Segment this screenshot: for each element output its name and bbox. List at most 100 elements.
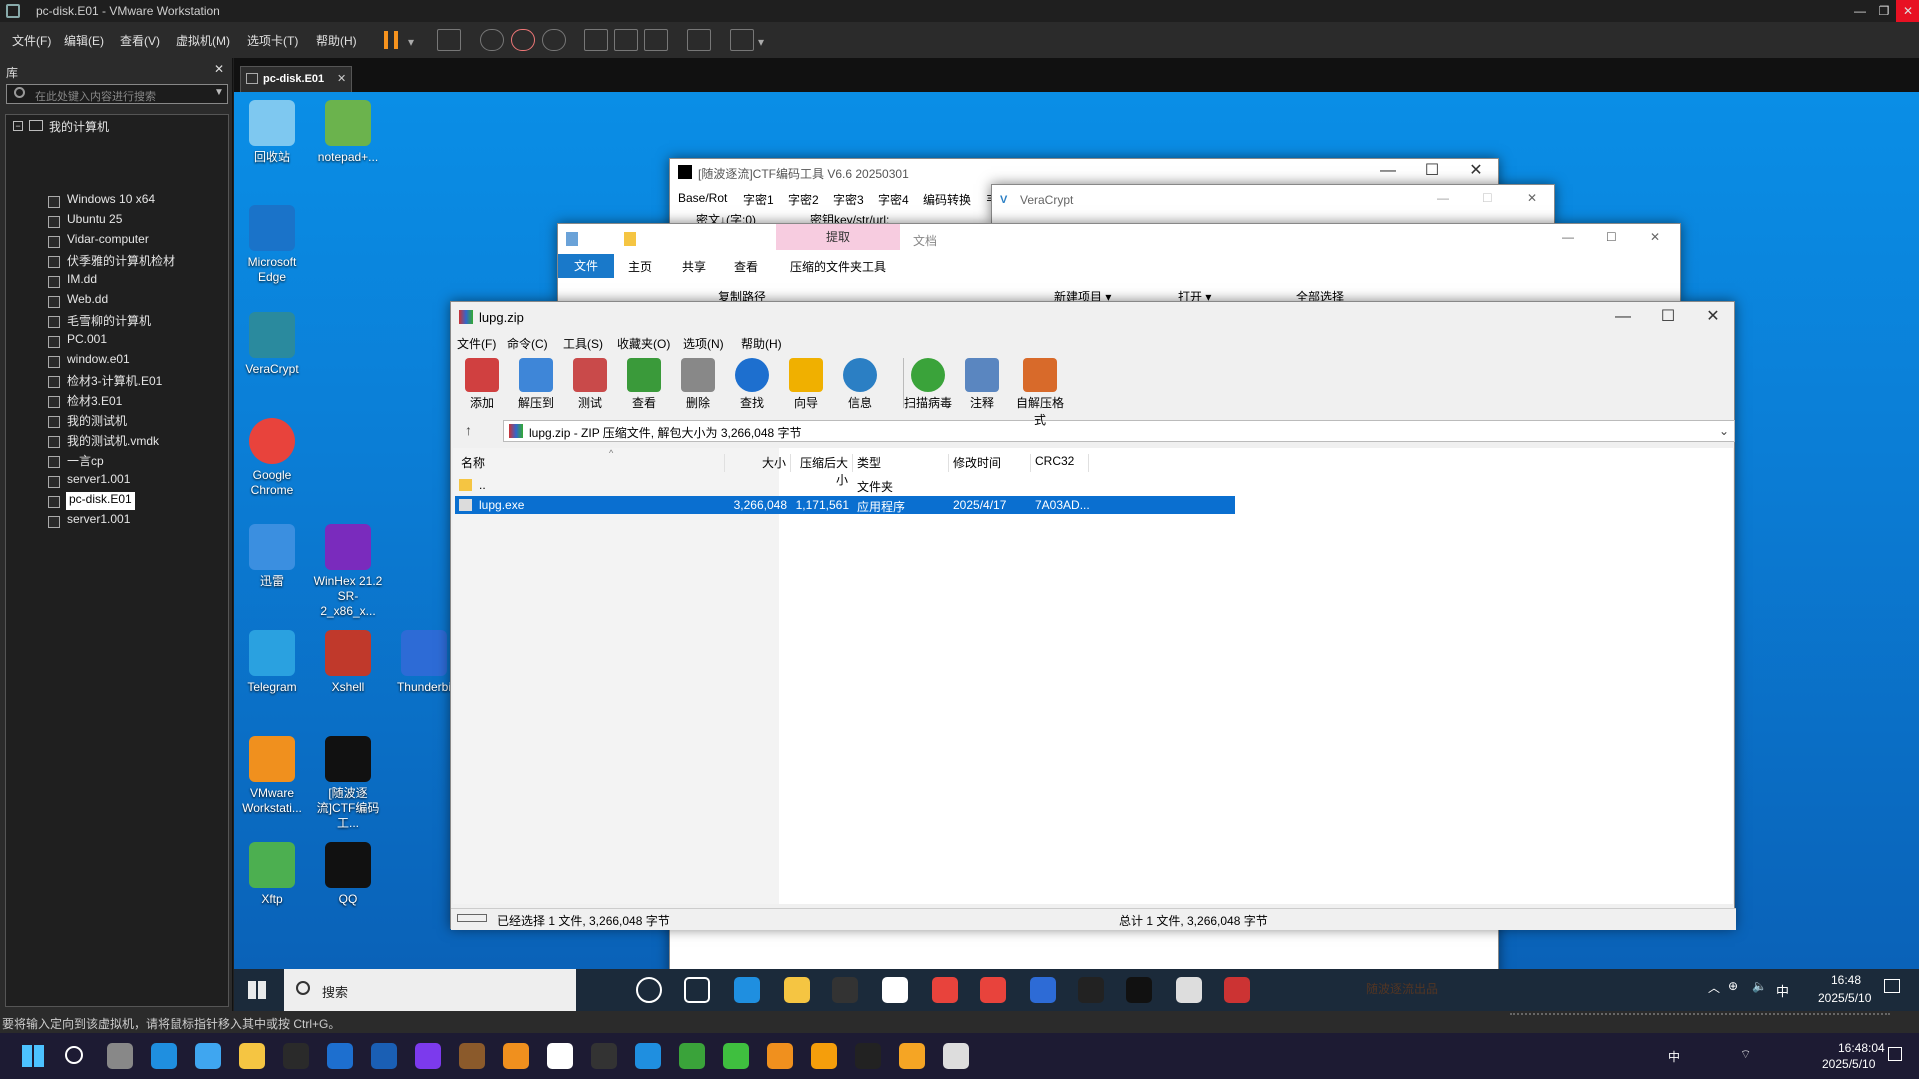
column-header[interactable]: CRC32 [1031, 454, 1089, 472]
azure-icon[interactable] [327, 1043, 353, 1069]
explorer-window[interactable]: 提取 文档 — ☐ ✕ 文件 主页 共享 查看 压缩的文件夹工具 复制路径 新建… [557, 223, 1681, 304]
menu-view[interactable]: 查看(V) [120, 32, 160, 49]
library-search-input[interactable]: 在此处键入内容进行搜索 [6, 84, 228, 104]
veracrypt-maximize-button[interactable]: ☐ [1482, 191, 1493, 205]
sublime-icon[interactable] [811, 1043, 837, 1069]
maximize-button[interactable]: ❐ [1872, 0, 1896, 22]
typora-icon[interactable] [283, 1043, 309, 1069]
tree-item[interactable]: 伏季雅的计算机检材 [67, 252, 175, 270]
tree-item[interactable]: IM.dd [67, 272, 97, 290]
terminal-icon[interactable] [591, 1043, 617, 1069]
desktop-icon[interactable]: Xftp [236, 842, 308, 907]
vmware-icon[interactable] [767, 1043, 793, 1069]
snapshot-icon[interactable] [480, 29, 504, 51]
tree-item[interactable]: server1.001 [67, 472, 130, 490]
guest-clock-date[interactable]: 2025/5/10 [1818, 991, 1871, 1005]
tab-share[interactable]: 共享 [682, 258, 706, 275]
chrome-icon[interactable] [980, 977, 1006, 1003]
desktop-icon[interactable]: QQ [312, 842, 384, 907]
ctf-menu-3[interactable]: 字密3 [833, 191, 864, 208]
up-arrow-icon[interactable]: ↑ [465, 422, 472, 438]
menu-vm[interactable]: 虚拟机(M) [176, 32, 230, 49]
desktop-icon[interactable]: [随波逐流]CTF编码工... [312, 736, 384, 831]
tree-item[interactable]: window.e01 [67, 352, 130, 370]
tab-file[interactable]: 文件 [558, 254, 614, 278]
edge-icon[interactable] [734, 977, 760, 1003]
host-ime-indicator[interactable]: 中 [1668, 1048, 1680, 1065]
toolbar-button[interactable]: 查看 [617, 358, 671, 411]
java-icon[interactable] [943, 1043, 969, 1069]
toolbar-button[interactable]: 查找 [725, 358, 779, 411]
veracrypt-window[interactable]: V VeraCrypt — ☐ ✕ [991, 184, 1555, 224]
revert-snapshot-icon[interactable] [511, 29, 535, 51]
winrar-menu-item[interactable]: 工具(S) [563, 335, 603, 352]
tree-item[interactable]: 一言cp [67, 452, 104, 470]
tree-root[interactable]: 我的计算机 [49, 118, 109, 136]
tree-item[interactable]: Ubuntu 25 [67, 212, 122, 230]
tree-item[interactable]: 我的测试机 [67, 412, 127, 430]
column-header[interactable]: 大小 [725, 454, 791, 472]
tree-item[interactable]: Windows 10 x64 [67, 192, 155, 210]
veracrypt-icon[interactable] [1176, 977, 1202, 1003]
taskview-icon[interactable] [684, 977, 710, 1003]
tree-item[interactable]: pc-disk.E01 [66, 492, 135, 510]
pycharm-icon[interactable] [855, 1043, 881, 1069]
veracrypt-minimize-button[interactable]: — [1437, 191, 1449, 205]
column-header[interactable]: 类型 [853, 454, 949, 472]
veracrypt-close-button[interactable]: ✕ [1527, 191, 1537, 205]
ctf-tool-icon[interactable] [547, 1043, 573, 1069]
search-tool-icon[interactable] [503, 1043, 529, 1069]
path-dropdown-icon[interactable]: ⌄ [1719, 424, 1729, 438]
desktop-icon[interactable]: 迅雷 [236, 524, 308, 589]
obsidian-icon[interactable] [415, 1043, 441, 1069]
finder-icon[interactable] [195, 1043, 221, 1069]
toolbar-button[interactable]: 信息 [833, 358, 887, 411]
ctf-close-button[interactable]: ✕ [1454, 159, 1498, 185]
volume-icon[interactable]: 🔈 [1752, 979, 1767, 993]
ctf-menu-1[interactable]: 字密1 [743, 191, 774, 208]
wechat-icon[interactable] [723, 1043, 749, 1069]
host-clock-date[interactable]: 2025/5/10 [1822, 1057, 1875, 1071]
menu-help[interactable]: 帮助(H) [316, 32, 357, 49]
fullscreen-icon[interactable] [644, 29, 668, 51]
menu-tabs[interactable]: 选项卡(T) [247, 32, 298, 49]
stretch-guest-icon[interactable] [730, 29, 754, 51]
pause-icon[interactable] [384, 31, 398, 49]
host-clock-time[interactable]: 16:48:04 [1838, 1041, 1885, 1055]
start-icon[interactable] [248, 981, 266, 999]
host-start-icon[interactable] [22, 1045, 44, 1067]
task-view-icon[interactable] [636, 977, 662, 1003]
thunderbird-icon[interactable] [1030, 977, 1056, 1003]
desktop-icon[interactable]: VMware Workstati... [236, 736, 308, 816]
tree-item[interactable]: PC.001 [67, 332, 107, 350]
desktop-icon[interactable]: notepad+... [312, 100, 384, 165]
dropdown-icon[interactable]: ▾ [408, 35, 414, 49]
notification-icon[interactable] [1884, 979, 1900, 993]
explorer-close-button[interactable]: ✕ [1650, 230, 1660, 244]
column-header[interactable]: 压缩后大小 [791, 454, 853, 487]
network-icon[interactable]: ⊕ [1728, 979, 1738, 993]
winrar-window[interactable]: lupg.zip — ☐ ✕ ↑ lupg.zip - ZIP 压缩文件, 解包… [450, 301, 1736, 930]
tab-compressed-tools[interactable]: 压缩的文件夹工具 [790, 258, 886, 275]
tree-item[interactable]: 检材3.E01 [67, 392, 122, 410]
thumbnail-bar-icon[interactable] [614, 29, 638, 51]
tree-item[interactable]: server1.001 [67, 512, 130, 530]
task-view-icon[interactable] [107, 1043, 133, 1069]
toolbar-button[interactable]: 添加 [455, 358, 509, 411]
library-toggle-icon[interactable] [584, 29, 608, 51]
toolbar-button[interactable]: 向导 [779, 358, 833, 411]
ime-indicator[interactable]: 中 [1776, 981, 1789, 1000]
tree-item[interactable]: Web.dd [67, 292, 108, 310]
mail-icon[interactable] [882, 977, 908, 1003]
desktop-icon[interactable]: Microsoft Edge [236, 205, 308, 285]
desktop-icon[interactable]: VeraCrypt [236, 312, 308, 377]
tab-view[interactable]: 查看 [734, 258, 758, 275]
game-icon[interactable] [899, 1043, 925, 1069]
toolbar-button[interactable]: 扫描病毒 [901, 358, 955, 411]
desktop-icon[interactable]: Google Chrome [236, 418, 308, 498]
host-search-icon[interactable] [65, 1046, 83, 1064]
winrar-icon[interactable] [1224, 977, 1250, 1003]
explorer-icon[interactable] [239, 1043, 265, 1069]
host-wifi-icon[interactable]: ⌔ [1740, 1047, 1751, 1062]
ctf-menu-5[interactable]: 编码转换 [923, 191, 971, 208]
